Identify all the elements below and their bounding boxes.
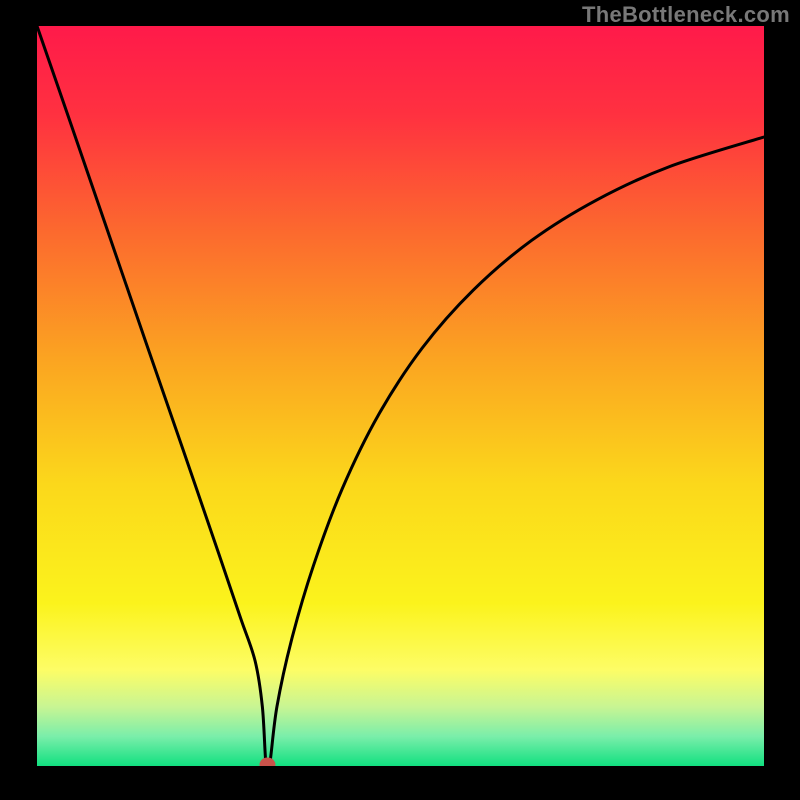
plot-background — [37, 26, 764, 766]
watermark: TheBottleneck.com — [582, 2, 790, 28]
bottom-frame — [37, 766, 764, 800]
bottleneck-chart — [0, 0, 800, 800]
chart-stage: TheBottleneck.com — [0, 0, 800, 800]
